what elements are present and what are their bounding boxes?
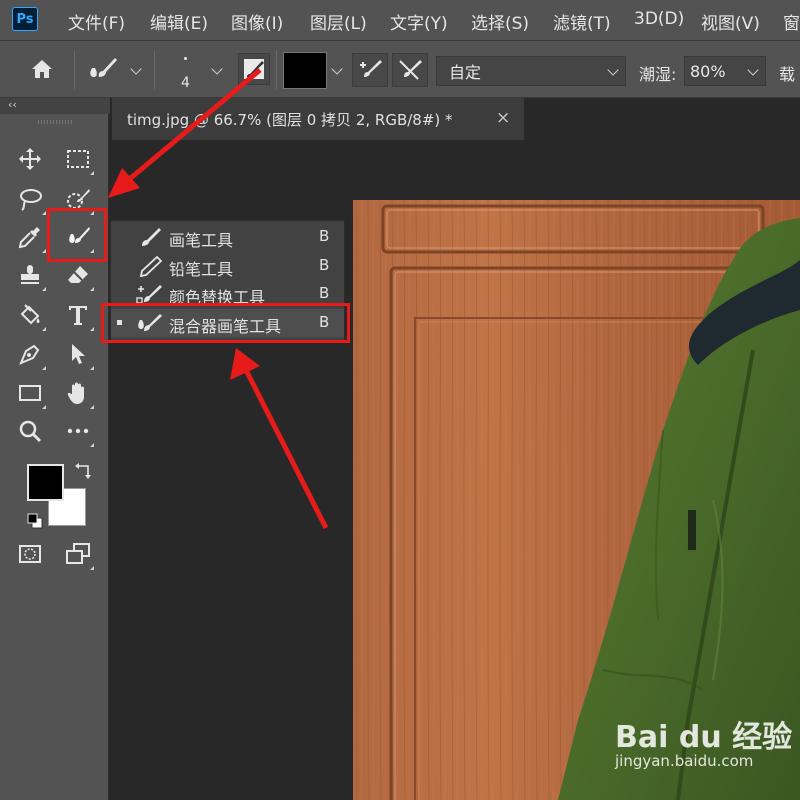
photoshop-logo: Ps: [12, 7, 38, 31]
current-load-swatch[interactable]: [283, 52, 327, 89]
shortcut-key: B: [319, 284, 330, 302]
menu-filter[interactable]: 滤镜(T): [553, 9, 611, 34]
wet-value[interactable]: 80%: [690, 62, 726, 81]
collapse-toolbar-button[interactable]: ‹‹: [8, 98, 17, 111]
document-tab[interactable]: timg.jpg @ 66.7% (图层 0 拷贝 2, RGB/8#) * ×: [112, 98, 524, 140]
menu-view[interactable]: 视图(V): [701, 9, 760, 34]
load-label: 载: [779, 65, 796, 84]
pen-tool-icon[interactable]: [13, 337, 47, 371]
baidu-watermark-logo: Bai du 经验 jingyan.baidu.com: [615, 712, 795, 792]
menu-select[interactable]: 选择(S): [471, 9, 529, 34]
zoom-tool-icon[interactable]: [13, 414, 47, 448]
menu-layer[interactable]: 图层(L): [310, 9, 367, 34]
home-icon[interactable]: [28, 55, 56, 83]
options-bar: 4 自定 潮湿: 80% 载: [0, 40, 800, 98]
foreground-color-swatch[interactable]: [27, 464, 64, 501]
menu-image[interactable]: 图像(I): [231, 9, 283, 34]
close-tab-icon[interactable]: ×: [496, 108, 510, 128]
lasso-tool-icon[interactable]: [13, 182, 47, 216]
color-replacement-icon: [136, 285, 162, 304]
wet-field[interactable]: 80%: [684, 56, 766, 86]
wet-label: 潮湿:: [639, 65, 677, 84]
menu-bar: Ps 文件(F) 编辑(E) 图像(I) 图层(L) 文字(Y) 选择(S) 滤…: [0, 0, 800, 40]
brush-size-value[interactable]: 4: [181, 75, 190, 91]
shortcut-key: B: [319, 256, 330, 274]
shortcut-key: B: [319, 227, 330, 245]
marquee-tool-icon[interactable]: [61, 142, 95, 176]
flyout-item-label: 画笔工具: [169, 231, 234, 250]
blend-preset-dropdown[interactable]: 自定: [436, 56, 626, 86]
highlight-box-mixer-brush-item: [101, 303, 350, 343]
brush-size-chevron-icon[interactable]: [211, 63, 223, 75]
flyout-item-label: 铅笔工具: [169, 260, 234, 279]
quick-mask-icon[interactable]: [13, 537, 47, 571]
move-tool-icon[interactable]: [13, 142, 47, 176]
menu-edit[interactable]: 编辑(E): [150, 9, 208, 34]
pencil-icon: [139, 255, 163, 277]
wet-chevron-icon[interactable]: [747, 64, 759, 76]
toolbar-grip[interactable]: [38, 120, 72, 124]
eyedropper-tool-icon[interactable]: [13, 220, 47, 254]
document-image[interactable]: [353, 200, 800, 800]
watermark-url: jingyan.baidu.com: [615, 752, 754, 770]
mixer-brush-preset-icon[interactable]: [86, 54, 120, 84]
menu-3d[interactable]: 3D(D): [634, 9, 684, 29]
stamp-tool-icon[interactable]: [13, 258, 47, 292]
document-tab-title[interactable]: timg.jpg @ 66.7% (图层 0 拷贝 2, RGB/8#) *: [127, 109, 453, 130]
menu-file[interactable]: 文件(F): [68, 9, 125, 34]
blend-preset-value: 自定: [449, 63, 482, 82]
brush-tip-icon[interactable]: [184, 57, 187, 60]
rectangle-tool-icon[interactable]: [13, 376, 47, 410]
preset-dropdown-chevron-icon[interactable]: [130, 63, 142, 75]
menu-window[interactable]: 窗: [783, 9, 800, 34]
type-tool-icon[interactable]: [61, 298, 95, 332]
default-colors-icon[interactable]: [27, 513, 43, 529]
load-brush-button[interactable]: [352, 53, 388, 87]
brush-settings-toggle-icon[interactable]: [238, 53, 270, 85]
swap-colors-icon[interactable]: [74, 462, 92, 480]
hand-tool-icon[interactable]: [61, 376, 95, 410]
highlight-box-mixer-brush-tool: [47, 208, 107, 262]
screen-mode-icon[interactable]: [61, 537, 95, 571]
flyout-item-pencil[interactable]: 铅笔工具 B: [111, 252, 344, 280]
brush-icon: [142, 228, 161, 246]
flyout-item-brush[interactable]: 画笔工具 B: [111, 223, 344, 251]
path-selection-tool-icon[interactable]: [61, 337, 95, 371]
load-swatch-chevron-icon[interactable]: [331, 63, 343, 75]
paint-bucket-tool-icon[interactable]: [13, 298, 47, 332]
eraser-tool-icon[interactable]: [61, 258, 95, 292]
blend-preset-chevron-icon: [607, 64, 619, 76]
watermark-brand: Bai du 经验: [615, 720, 793, 755]
clean-brush-button[interactable]: [392, 53, 428, 87]
menu-type[interactable]: 文字(Y): [390, 9, 448, 34]
more-tools-icon[interactable]: [61, 414, 95, 448]
